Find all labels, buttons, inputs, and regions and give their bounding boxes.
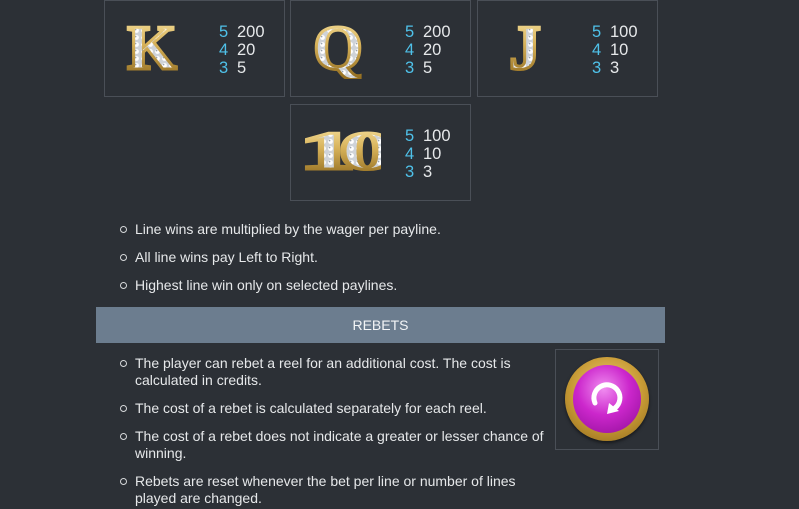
paytable-card-j: J 5 100 4 10 33 bbox=[477, 0, 658, 97]
payout-list: 5 100 4 10 33 bbox=[405, 127, 451, 181]
payout-row: 35 bbox=[405, 59, 451, 77]
payout-value: 200 bbox=[423, 23, 451, 41]
payout-row: 5 100 bbox=[405, 127, 451, 145]
payout-row: 5 100 bbox=[592, 23, 638, 41]
paytable-card-10: 10 5 100 4 10 33 bbox=[290, 104, 471, 201]
rebet-rule-item: The player can rebet a reel for an addit… bbox=[120, 355, 545, 389]
line-rule-item: Highest line win only on selected paylin… bbox=[120, 277, 441, 305]
match-count: 3 bbox=[592, 59, 602, 77]
svg-text:10: 10 bbox=[299, 121, 381, 181]
payout-row: 4 10 bbox=[405, 145, 451, 163]
payout-value: 200 bbox=[237, 23, 265, 41]
rebet-rule-item: Rebets are reset whenever the bet per li… bbox=[120, 473, 545, 507]
match-count: 3 bbox=[405, 163, 415, 181]
match-count: 5 bbox=[405, 23, 415, 41]
rebets-section-header: REBETS bbox=[96, 307, 665, 343]
svg-text:K: K bbox=[127, 13, 177, 79]
payout-row: 35 bbox=[219, 59, 265, 77]
payout-row: 33 bbox=[405, 163, 451, 181]
paytable-card-k: K 5 200 4 20 35 bbox=[104, 0, 285, 97]
payout-value: 5 bbox=[423, 59, 433, 77]
payout-value: 10 bbox=[610, 41, 629, 59]
payout-value: 5 bbox=[237, 59, 247, 77]
payout-value: 20 bbox=[423, 41, 442, 59]
match-count: 3 bbox=[219, 59, 229, 77]
rebet-rule-item: The cost of a rebet does not indicate a … bbox=[120, 428, 545, 462]
paytable-page: K 5 200 4 20 35 Q 5 200 4 20 35 J 5 100 4 10 3… bbox=[0, 0, 799, 509]
payout-row: 4 20 bbox=[219, 41, 265, 59]
line-rules-list: Line wins are multiplied by the wager pe… bbox=[120, 221, 441, 305]
rebet-circular-arrow-icon bbox=[573, 365, 641, 433]
payout-row: 5 200 bbox=[219, 23, 265, 41]
line-rule-item: Line wins are multiplied by the wager pe… bbox=[120, 221, 441, 249]
match-count: 5 bbox=[592, 23, 602, 41]
payout-value: 3 bbox=[610, 59, 620, 77]
svg-text:J: J bbox=[509, 13, 541, 79]
payout-list: 5 100 4 10 33 bbox=[592, 23, 638, 77]
match-count: 4 bbox=[405, 145, 415, 163]
payout-value: 10 bbox=[423, 145, 442, 163]
payout-row: 33 bbox=[592, 59, 638, 77]
payout-value: 20 bbox=[237, 41, 256, 59]
rebet-button bbox=[565, 357, 649, 441]
svg-text:Q: Q bbox=[313, 13, 363, 79]
payout-row: 4 20 bbox=[405, 41, 451, 59]
payout-row: 4 10 bbox=[592, 41, 638, 59]
diamond-letter-q-icon: Q bbox=[312, 13, 365, 79]
match-count: 4 bbox=[405, 41, 415, 59]
rebet-rules-list: The player can rebet a reel for an addit… bbox=[120, 355, 545, 507]
payout-list: 5 200 4 20 35 bbox=[219, 23, 265, 77]
match-count: 3 bbox=[405, 59, 415, 77]
payout-value: 100 bbox=[423, 127, 451, 145]
payout-value: 100 bbox=[610, 23, 638, 41]
rebet-rule-item: The cost of a rebet is calculated separa… bbox=[120, 400, 545, 417]
payout-value: 3 bbox=[423, 163, 433, 181]
diamond-number-10-icon: 10 bbox=[298, 120, 382, 183]
match-count: 4 bbox=[592, 41, 602, 59]
diamond-letter-j-icon: J bbox=[508, 13, 543, 79]
payout-list: 5 200 4 20 35 bbox=[405, 23, 451, 77]
line-rule-item: All line wins pay Left to Right. bbox=[120, 249, 441, 277]
match-count: 4 bbox=[219, 41, 229, 59]
diamond-letter-k-icon: K bbox=[126, 13, 179, 79]
payout-row: 5 200 bbox=[405, 23, 451, 41]
rebet-button-card bbox=[555, 349, 659, 450]
paytable-card-q: Q 5 200 4 20 35 bbox=[290, 0, 471, 97]
match-count: 5 bbox=[405, 127, 415, 145]
match-count: 5 bbox=[219, 23, 229, 41]
